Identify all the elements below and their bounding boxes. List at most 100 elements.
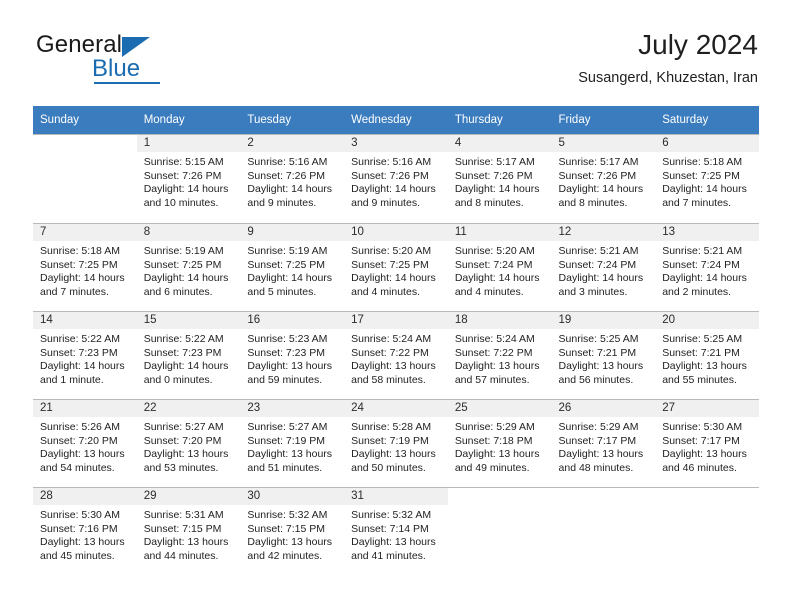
calendar-day-cell[interactable]: 14 Sunrise: 5:22 AM Sunset: 7:23 PM Dayligh… [33,311,137,399]
calendar-cell: 4 Sunrise: 5:17 AM Sunset: 7:26 PM Daylight… [447,134,552,223]
calendar-day-cell[interactable]: 11 Sunrise: 5:20 AM Sunset: 7:24 PM Dayligh… [447,223,552,311]
day-number: 1 [136,135,241,152]
day-daylight-text: Daylight: 14 hours [247,183,333,196]
calendar-day-cell[interactable]: 24 Sunrise: 5:28 AM Sunset: 7:19 PM Dayligh… [344,399,448,487]
day-number: 21 [33,400,137,417]
day-details: Sunrise: 5:18 AM Sunset: 7:25 PM Daylight:… [33,241,137,299]
day-daylight-text: Daylight: 13 hours [247,448,333,461]
calendar-day-cell[interactable]: 1 Sunrise: 5:15 AM Sunset: 7:26 PM Daylight… [136,134,241,222]
day-number: 18 [447,312,552,329]
day-number: 11 [447,224,552,241]
day-daylight-text: Daylight: 14 hours [558,272,644,285]
day-details: Sunrise: 5:25 AM Sunset: 7:21 PM Daylight:… [552,329,656,387]
day-daylight-text: Daylight: 14 hours [558,183,644,196]
day-sunset-text: Sunset: 7:21 PM [558,346,637,359]
calendar-day-cell[interactable]: 31 Sunrise: 5:32 AM Sunset: 7:14 PM Dayligh… [344,487,448,575]
calendar-day-cell[interactable]: 9 Sunrise: 5:19 AM Sunset: 7:25 PM Daylight… [240,223,345,311]
calendar-week-row: 21 Sunrise: 5:26 AM Sunset: 7:20 PM Dayligh… [33,399,759,487]
calendar-cell: 20 Sunrise: 5:25 AM Sunset: 7:21 PM Dayligh… [655,311,759,399]
calendar-day-cell[interactable]: 2 Sunrise: 5:16 AM Sunset: 7:26 PM Daylight… [240,134,345,222]
calendar-day-cell[interactable]: 13 Sunrise: 5:21 AM Sunset: 7:24 PM Dayligh… [655,223,759,311]
weekday-header-saturday: Saturday [655,106,759,134]
calendar-cell: 28 Sunrise: 5:30 AM Sunset: 7:16 PM Dayligh… [33,487,137,576]
day-number: 23 [240,400,345,417]
calendar-cell: 11 Sunrise: 5:20 AM Sunset: 7:24 PM Dayligh… [447,223,552,311]
page-title: July 2024 [638,29,758,60]
calendar-week-row: 7 Sunrise: 5:18 AM Sunset: 7:25 PM Daylight… [33,223,759,311]
day-details: Sunrise: 5:27 AM Sunset: 7:20 PM Daylight:… [137,417,241,475]
calendar-cell: 10 Sunrise: 5:20 AM Sunset: 7:25 PM Dayligh… [344,223,448,311]
title-block: July 2024 Susangerd, Khuzestan, Iran [578,28,758,88]
calendar-day-cell[interactable]: 25 Sunrise: 5:29 AM Sunset: 7:18 PM Dayligh… [447,399,552,487]
calendar-day-cell[interactable]: 26 Sunrise: 5:29 AM Sunset: 7:17 PM Dayligh… [551,399,656,487]
day-daylight-text: Daylight: 14 hours [454,272,540,285]
calendar-cell: 27 Sunrise: 5:30 AM Sunset: 7:17 PM Dayligh… [655,399,759,487]
calendar-cell: 7 Sunrise: 5:18 AM Sunset: 7:25 PM Daylight… [33,223,137,311]
day-daylight-text: and 0 minutes. [143,373,213,386]
day-daylight-text: and 8 minutes. [558,196,628,209]
calendar-cell: 5 Sunrise: 5:17 AM Sunset: 7:26 PM Daylight… [551,134,656,223]
day-sunset-text: Sunset: 7:21 PM [662,346,740,359]
day-details: Sunrise: 5:18 AM Sunset: 7:25 PM Daylight:… [655,152,759,210]
calendar-day-cell[interactable]: 15 Sunrise: 5:22 AM Sunset: 7:23 PM Dayligh… [136,311,241,399]
day-daylight-text: and 7 minutes. [40,285,109,298]
day-daylight-text: and 9 minutes. [247,196,317,209]
day-daylight-text: and 2 minutes. [662,285,732,298]
day-daylight-text: and 57 minutes. [454,373,530,386]
day-sunrise-text: Sunrise: 5:18 AM [40,245,120,257]
calendar-day-cell[interactable]: 20 Sunrise: 5:25 AM Sunset: 7:21 PM Dayligh… [655,311,759,399]
day-number: 10 [344,224,448,241]
calendar-day-cell[interactable]: 27 Sunrise: 5:30 AM Sunset: 7:17 PM Dayligh… [655,399,759,487]
day-daylight-text: Daylight: 14 hours [247,272,333,285]
day-daylight-text: Daylight: 13 hours [454,360,540,373]
day-sunrise-text: Sunrise: 5:30 AM [40,509,120,521]
calendar-day-cell[interactable]: 8 Sunrise: 5:19 AM Sunset: 7:25 PM Daylight… [136,223,241,311]
calendar-day-cell[interactable]: 23 Sunrise: 5:27 AM Sunset: 7:19 PM Dayligh… [240,399,345,487]
calendar-cell: 12 Sunrise: 5:21 AM Sunset: 7:24 PM Dayligh… [551,223,656,311]
weekday-header-sunday: Sunday [33,106,137,134]
calendar-day-cell[interactable]: 16 Sunrise: 5:23 AM Sunset: 7:23 PM Dayligh… [240,311,345,399]
calendar-day-cell[interactable]: 6 Sunrise: 5:18 AM Sunset: 7:25 PM Daylight… [655,134,759,222]
calendar-day-cell[interactable]: 17 Sunrise: 5:24 AM Sunset: 7:22 PM Dayligh… [344,311,448,399]
day-daylight-text: and 56 minutes. [558,373,634,386]
calendar-day-cell[interactable]: 22 Sunrise: 5:27 AM Sunset: 7:20 PM Dayligh… [136,399,241,487]
calendar-day-cell[interactable]: 4 Sunrise: 5:17 AM Sunset: 7:26 PM Daylight… [447,134,552,222]
calendar-day-cell[interactable]: 18 Sunrise: 5:24 AM Sunset: 7:22 PM Dayligh… [447,311,552,399]
day-daylight-text: and 9 minutes. [351,196,420,209]
day-number: 6 [655,135,759,152]
calendar-day-cell[interactable]: 12 Sunrise: 5:21 AM Sunset: 7:24 PM Dayligh… [551,223,656,311]
day-details: Sunrise: 5:19 AM Sunset: 7:25 PM Daylight:… [240,241,344,299]
day-daylight-text: Daylight: 14 hours [40,360,125,373]
day-sunset-text: Sunset: 7:19 PM [247,434,326,447]
calendar-cell: 26 Sunrise: 5:29 AM Sunset: 7:17 PM Dayligh… [551,399,656,487]
day-daylight-text: and 51 minutes. [247,461,323,474]
day-sunrise-text: Sunrise: 5:22 AM [40,333,120,345]
day-number: 27 [655,400,759,417]
day-daylight-text: Daylight: 13 hours [454,448,540,461]
logo-underline [94,82,160,84]
calendar-day-cell[interactable]: 19 Sunrise: 5:25 AM Sunset: 7:21 PM Dayligh… [551,311,656,399]
calendar-day-cell[interactable]: 28 Sunrise: 5:30 AM Sunset: 7:16 PM Dayligh… [33,487,137,575]
calendar-day-cell[interactable]: 7 Sunrise: 5:18 AM Sunset: 7:25 PM Daylight… [33,223,137,311]
calendar-day-cell[interactable]: 29 Sunrise: 5:31 AM Sunset: 7:15 PM Dayligh… [136,487,241,575]
calendar-day-cell[interactable]: 10 Sunrise: 5:20 AM Sunset: 7:25 PM Dayligh… [344,223,448,311]
day-number: 3 [344,135,448,152]
day-sunset-text: Sunset: 7:18 PM [454,434,533,447]
calendar-cell: 15 Sunrise: 5:22 AM Sunset: 7:23 PM Dayligh… [136,311,241,399]
day-number: 20 [655,312,759,329]
general-blue-logo[interactable]: General Blue [34,32,254,90]
day-daylight-text: and 4 minutes. [454,285,524,298]
day-sunrise-text: Sunrise: 5:15 AM [143,156,224,168]
calendar-day-cell[interactable]: 5 Sunrise: 5:17 AM Sunset: 7:26 PM Daylight… [551,134,656,222]
day-daylight-text: and 53 minutes. [143,461,219,474]
calendar-day-cell[interactable]: 30 Sunrise: 5:32 AM Sunset: 7:15 PM Dayligh… [240,487,345,575]
day-daylight-text: and 10 minutes. [143,196,219,209]
day-sunrise-text: Sunrise: 5:20 AM [454,245,535,257]
day-sunrise-text: Sunrise: 5:23 AM [247,333,328,345]
day-details: Sunrise: 5:29 AM Sunset: 7:17 PM Daylight:… [552,417,656,475]
day-sunset-text: Sunset: 7:20 PM [40,434,118,447]
calendar-day-cell[interactable]: 3 Sunrise: 5:16 AM Sunset: 7:26 PM Daylight… [344,134,448,222]
calendar-day-cell[interactable]: 21 Sunrise: 5:26 AM Sunset: 7:20 PM Dayligh… [33,399,137,487]
day-details: Sunrise: 5:31 AM Sunset: 7:15 PM Daylight:… [137,505,241,563]
day-details: Sunrise: 5:24 AM Sunset: 7:22 PM Daylight:… [448,329,552,387]
